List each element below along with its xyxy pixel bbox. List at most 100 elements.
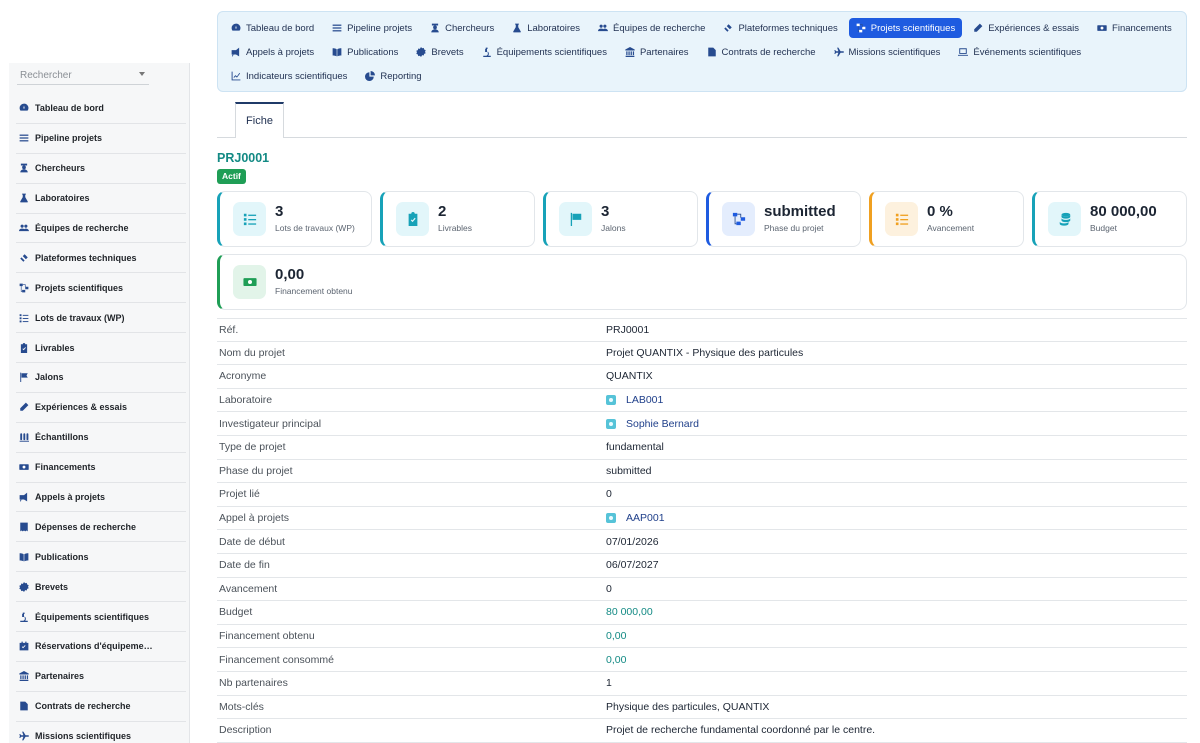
record-link-icon <box>606 418 616 429</box>
field-label: Nom du projet <box>219 346 285 359</box>
user-icon <box>430 23 440 33</box>
nav-item-laboratoires[interactable]: Laboratoires <box>505 18 587 38</box>
field-label: Réf. <box>219 323 239 336</box>
certificate-icon <box>416 47 427 57</box>
sidebar-item-label: Laboratoires <box>35 193 90 204</box>
stat-value: 80 000,00 <box>1090 203 1157 220</box>
stat-label: Livrables <box>438 223 473 233</box>
user-icon <box>19 163 29 173</box>
nav-item-label: Partenaires <box>639 46 689 58</box>
flask-icon <box>19 193 29 203</box>
sidebar-item-equipes-de-recherche[interactable]: Équipes de recherche <box>16 214 186 244</box>
sidebar-item-jalons[interactable]: Jalons <box>16 363 186 393</box>
chart-line-icon <box>231 71 241 81</box>
bullhorn-icon <box>19 492 29 502</box>
field-value: 06/07/2027 <box>606 559 659 571</box>
detail-row-date-de-debut: Date de début 07/01/2026 <box>217 530 1187 554</box>
dashboard-icon <box>231 23 241 33</box>
nav-item-evenements-scientifiques[interactable]: Événements scientifiques <box>951 42 1088 62</box>
nav-item-financements[interactable]: Financements <box>1090 18 1179 38</box>
nav-item-partenaires[interactable]: Partenaires <box>618 42 696 62</box>
record-id: PRJ0001 <box>217 151 270 165</box>
search-select[interactable]: Rechercher <box>17 66 149 85</box>
stat-label: Budget <box>1090 223 1117 233</box>
nav-item-label: Événements scientifiques <box>973 46 1082 58</box>
sidebar-item-depenses-de-recherche[interactable]: Dépenses de recherche <box>16 512 186 543</box>
field-value-text: Projet QUANTIX - Physique des particules <box>606 346 804 359</box>
detail-row-nom-du-projet: Nom du projet Projet QUANTIX - Physique … <box>217 342 1187 366</box>
stat-card-lots-de-travaux-wp: 3 Lots de travaux (WP) <box>217 191 372 247</box>
project-diagram-icon <box>19 283 29 293</box>
sidebar-item-reservations-d-equipeme[interactable]: Réservations d'équipeme… <box>16 632 186 662</box>
sidebar-item-appels-a-projets[interactable]: Appels à projets <box>16 483 186 513</box>
nav-item-indicateurs-scientifiques[interactable]: Indicateurs scientifiques <box>224 66 354 86</box>
nav-item-appels-a-projets[interactable]: Appels à projets <box>224 42 321 62</box>
sidebar-item-echantillons[interactable]: Échantillons <box>16 423 186 453</box>
detail-row-financement-consomme: Financement consommé 0,00 <box>217 648 1187 672</box>
field-link[interactable]: Sophie Bernard <box>606 418 699 430</box>
nav-item-publications[interactable]: Publications <box>325 42 405 62</box>
nav-item-plateformes-techniques[interactable]: Plateformes techniques <box>716 18 844 38</box>
sidebar-item-tableau-de-bord[interactable]: Tableau de bord <box>16 94 186 124</box>
sidebar-item-financements[interactable]: Financements <box>16 453 186 483</box>
nav-item-projets-scientifiques[interactable]: Projets scientifiques <box>848 18 963 38</box>
sidebar-item-livrables[interactable]: Livrables <box>16 333 186 364</box>
field-value-text: 0,00 <box>606 653 627 666</box>
nav-item-brevets[interactable]: Brevets <box>409 42 470 62</box>
contract-icon <box>19 701 29 711</box>
sidebar-item-brevets[interactable]: Brevets <box>16 572 186 603</box>
field-link[interactable]: LAB001 <box>606 394 663 406</box>
nav-item-pipeline-projets[interactable]: Pipeline projets <box>325 18 419 38</box>
sidebar-item-pipeline-projets[interactable]: Pipeline projets <box>16 124 186 154</box>
nav-item-reporting[interactable]: Reporting <box>358 66 428 86</box>
sidebar-item-missions-scientifiques[interactable]: Missions scientifiques <box>16 722 186 743</box>
field-link[interactable]: AAP001 <box>606 512 665 524</box>
field-label: Phase du projet <box>219 464 293 477</box>
sidebar-item-projets-scientifiques[interactable]: Projets scientifiques <box>16 273 186 304</box>
stat-card-budget: 80 000,00 Budget <box>1032 191 1187 247</box>
nav-item-equipes-de-recherche[interactable]: Équipes de recherche <box>591 18 712 38</box>
field-value: Physique des particules, QUANTIX <box>606 701 769 713</box>
sidebar-item-label: Chercheurs <box>35 163 86 174</box>
sidebar-item-equipements-scientifiques[interactable]: Équipements scientifiques <box>16 602 186 633</box>
stat-card-livrables: 2 Livrables <box>380 191 535 247</box>
sidebar-item-publications[interactable]: Publications <box>16 542 186 573</box>
field-label: Projet lié <box>219 488 260 501</box>
nav-item-equipements-scientifiques[interactable]: Équipements scientifiques <box>475 42 614 62</box>
sidebar-item-plateformes-techniques[interactable]: Plateformes techniques <box>16 243 186 274</box>
sidebar-item-contrats-de-recherche[interactable]: Contrats de recherche <box>16 692 186 722</box>
nav-row: Indicateurs scientifiques Reporting <box>224 65 433 87</box>
field-label: Budget <box>219 606 253 619</box>
stat-label: Financement obtenu <box>275 286 353 296</box>
nav-item-missions-scientifiques[interactable]: Missions scientifiques <box>827 42 948 62</box>
sidebar-item-chercheurs[interactable]: Chercheurs <box>16 154 186 184</box>
search-placeholder: Rechercher <box>20 70 72 81</box>
clipboard-check-icon <box>19 342 29 353</box>
tasks-icon <box>233 202 266 236</box>
nav-item-contrats-de-recherche[interactable]: Contrats de recherche <box>700 42 823 62</box>
detail-row-type-de-projet: Type de projet fundamental <box>217 436 1187 460</box>
sidebar-item-label: Brevets <box>35 581 69 592</box>
field-value: QUANTIX <box>606 370 653 382</box>
tab-fiche[interactable]: Fiche <box>235 102 284 138</box>
caret-down-icon[interactable] <box>139 72 145 76</box>
stat-value: 3 <box>601 203 610 220</box>
nav-item-label: Équipements scientifiques <box>496 46 607 58</box>
sidebar-item-lots-de-travaux-wp[interactable]: Lots de travaux (WP) <box>16 303 186 334</box>
sidebar-item-label: Publications <box>35 551 89 562</box>
field-value-text: PRJ0001 <box>606 323 650 336</box>
field-value: submitted <box>606 465 652 477</box>
certificate-icon <box>19 581 29 592</box>
field-label: Description <box>219 724 272 737</box>
sidebar-item-experiences-essais[interactable]: Expériences & essais <box>16 393 186 423</box>
sidebar-item-partenaires[interactable]: Partenaires <box>16 662 186 692</box>
nav-item-experiences-essais[interactable]: Expériences & essais <box>966 18 1086 38</box>
nav-item-tableau-de-bord[interactable]: Tableau de bord <box>224 18 321 38</box>
field-value-text: submitted <box>606 464 652 477</box>
nav-item-label: Tableau de bord <box>246 22 315 34</box>
sidebar-item-laboratoires[interactable]: Laboratoires <box>16 184 186 214</box>
sidebar-item-label: Équipements scientifiques <box>35 611 150 622</box>
nav-item-label: Projets scientifiques <box>870 22 956 34</box>
stat-value: 0 % <box>927 203 953 220</box>
nav-item-chercheurs[interactable]: Chercheurs <box>423 18 501 38</box>
